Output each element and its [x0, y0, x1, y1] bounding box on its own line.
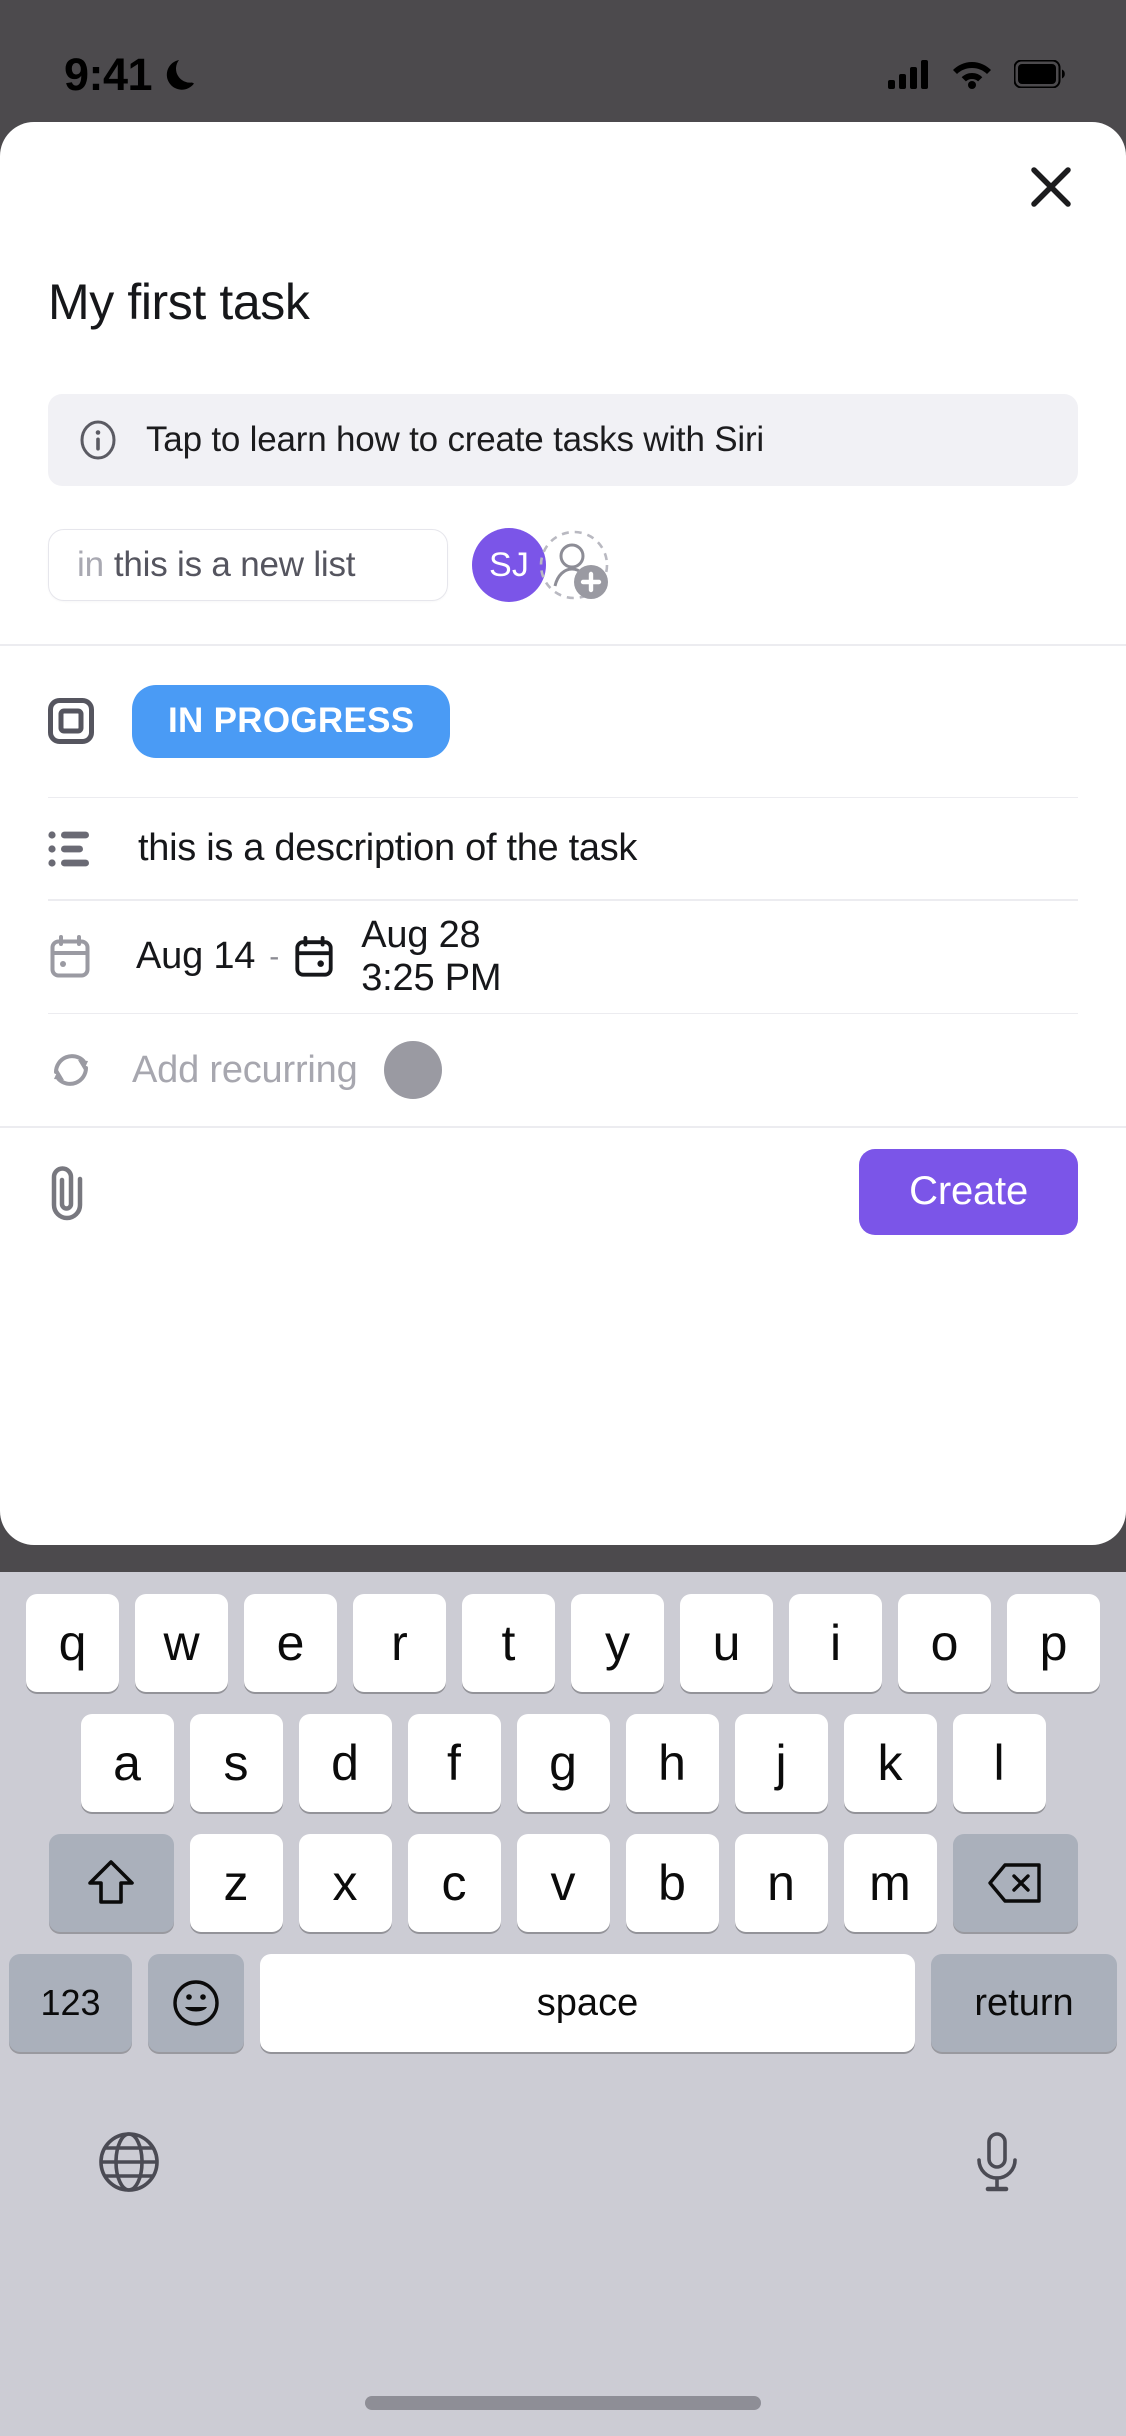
bullet-list-icon	[48, 829, 100, 869]
status-badge[interactable]: IN PROGRESS	[132, 684, 451, 758]
paperclip-icon	[51, 1165, 83, 1220]
globe-icon	[99, 2132, 159, 2192]
key-i[interactable]: i	[789, 1594, 882, 1692]
create-button[interactable]: Create	[859, 1148, 1078, 1235]
status-bar: 9:41	[0, 0, 1126, 122]
home-indicator[interactable]	[365, 2396, 761, 2410]
attach-button[interactable]	[42, 1163, 100, 1221]
key-k[interactable]: k	[843, 1714, 937, 1812]
keyboard-row-1: q w e r t y u i o p	[0, 1594, 1126, 1692]
end-date-block: Aug 28 3:25 PM	[361, 914, 501, 999]
add-assignee-button[interactable]	[538, 529, 610, 601]
key-t[interactable]: t	[462, 1594, 555, 1692]
key-a[interactable]: a	[80, 1714, 174, 1812]
create-task-sheet: My first task Tap to learn how to create…	[0, 122, 1126, 1545]
numbers-key[interactable]: 123	[9, 1954, 132, 2052]
info-circle-icon	[78, 420, 118, 460]
phone-screen: 9:41 My first task Tap to learn how to c…	[0, 0, 1126, 2436]
list-input[interactable]: in this is a new list	[48, 529, 448, 601]
shift-key[interactable]	[48, 1834, 174, 1932]
key-p[interactable]: p	[1007, 1594, 1100, 1692]
delete-key[interactable]	[952, 1834, 1078, 1932]
delete-icon	[988, 1863, 1041, 1903]
key-x[interactable]: x	[298, 1834, 392, 1932]
keyboard-row-2: a s d f g h j k l	[0, 1714, 1126, 1812]
key-d[interactable]: d	[298, 1714, 392, 1812]
calendar-icon	[48, 934, 100, 980]
key-y[interactable]: y	[571, 1594, 664, 1692]
on-screen-keyboard: q w e r t y u i o p a s d f g h j k l z …	[0, 1572, 1126, 2436]
battery-icon	[1013, 59, 1066, 89]
page-title: My first task	[48, 274, 310, 330]
start-date-value: Aug 14	[136, 935, 256, 977]
key-c[interactable]: c	[407, 1834, 501, 1932]
description-text: this is a description of the task	[138, 827, 638, 869]
keyboard-row-3: z x c v b n m	[0, 1834, 1126, 1932]
key-e[interactable]: e	[244, 1594, 337, 1692]
date-row[interactable]: Aug 14 - Aug 28 3:25 PM	[0, 901, 1126, 1013]
assignee-avatars: SJ	[472, 528, 610, 602]
description-row[interactable]: this is a description of the task	[0, 798, 1126, 899]
dictation-key[interactable]	[964, 2129, 1030, 2195]
close-icon	[1031, 167, 1071, 207]
return-key[interactable]: return	[931, 1954, 1117, 2052]
keyboard-row-4: 123 space return	[0, 1954, 1126, 2052]
calendar-filled-icon	[293, 934, 337, 980]
key-j[interactable]: j	[734, 1714, 828, 1812]
key-s[interactable]: s	[189, 1714, 283, 1812]
date-separator: -	[269, 939, 280, 973]
sheet-footer: Create	[0, 1128, 1126, 1256]
key-r[interactable]: r	[353, 1594, 446, 1692]
status-row[interactable]: IN PROGRESS	[0, 646, 1126, 797]
key-q[interactable]: q	[26, 1594, 119, 1692]
close-button[interactable]	[1024, 160, 1078, 214]
siri-hint-text: Tap to learn how to create tasks with Si…	[146, 420, 764, 459]
status-bar-right	[888, 59, 1066, 89]
microphone-icon	[977, 2132, 1017, 2192]
key-o[interactable]: o	[898, 1594, 991, 1692]
wifi-icon	[952, 59, 992, 89]
status-square-icon	[48, 698, 100, 744]
status-bar-left: 9:41	[64, 52, 200, 97]
status-time: 9:41	[64, 48, 153, 100]
key-m[interactable]: m	[843, 1834, 937, 1932]
avatar[interactable]: SJ	[472, 528, 546, 602]
key-h[interactable]: h	[625, 1714, 719, 1812]
list-and-assignees-row: in this is a new list SJ	[48, 528, 1126, 602]
recurring-color-dot[interactable]	[383, 1041, 442, 1099]
recurring-row[interactable]: Add recurring	[0, 1014, 1126, 1126]
key-w[interactable]: w	[135, 1594, 228, 1692]
space-key[interactable]: space	[260, 1954, 915, 2052]
list-prefix-label: in	[77, 545, 104, 584]
key-v[interactable]: v	[516, 1834, 610, 1932]
end-date-value: Aug 28	[361, 913, 481, 956]
key-g[interactable]: g	[516, 1714, 610, 1812]
add-person-icon	[539, 530, 609, 600]
end-time-value: 3:25 PM	[361, 956, 502, 999]
siri-hint-banner[interactable]: Tap to learn how to create tasks with Si…	[48, 394, 1078, 486]
moon-icon	[166, 55, 200, 93]
key-l[interactable]: l	[952, 1714, 1046, 1812]
shift-icon	[88, 1860, 134, 1904]
cellular-signal-icon	[888, 59, 930, 89]
add-recurring-label: Add recurring	[132, 1048, 358, 1091]
key-n[interactable]: n	[734, 1834, 828, 1932]
list-name-value: this is a new list	[113, 545, 356, 584]
key-f[interactable]: f	[407, 1714, 501, 1812]
key-b[interactable]: b	[625, 1834, 719, 1932]
emoji-key[interactable]	[148, 1954, 244, 2052]
key-z[interactable]: z	[189, 1834, 283, 1932]
emoji-icon	[173, 1980, 219, 2026]
recurring-icon	[48, 1048, 100, 1092]
globe-key[interactable]	[96, 2129, 162, 2195]
keyboard-bottom-bar	[0, 2074, 1126, 2224]
sheet-header	[0, 122, 1126, 222]
key-u[interactable]: u	[680, 1594, 773, 1692]
